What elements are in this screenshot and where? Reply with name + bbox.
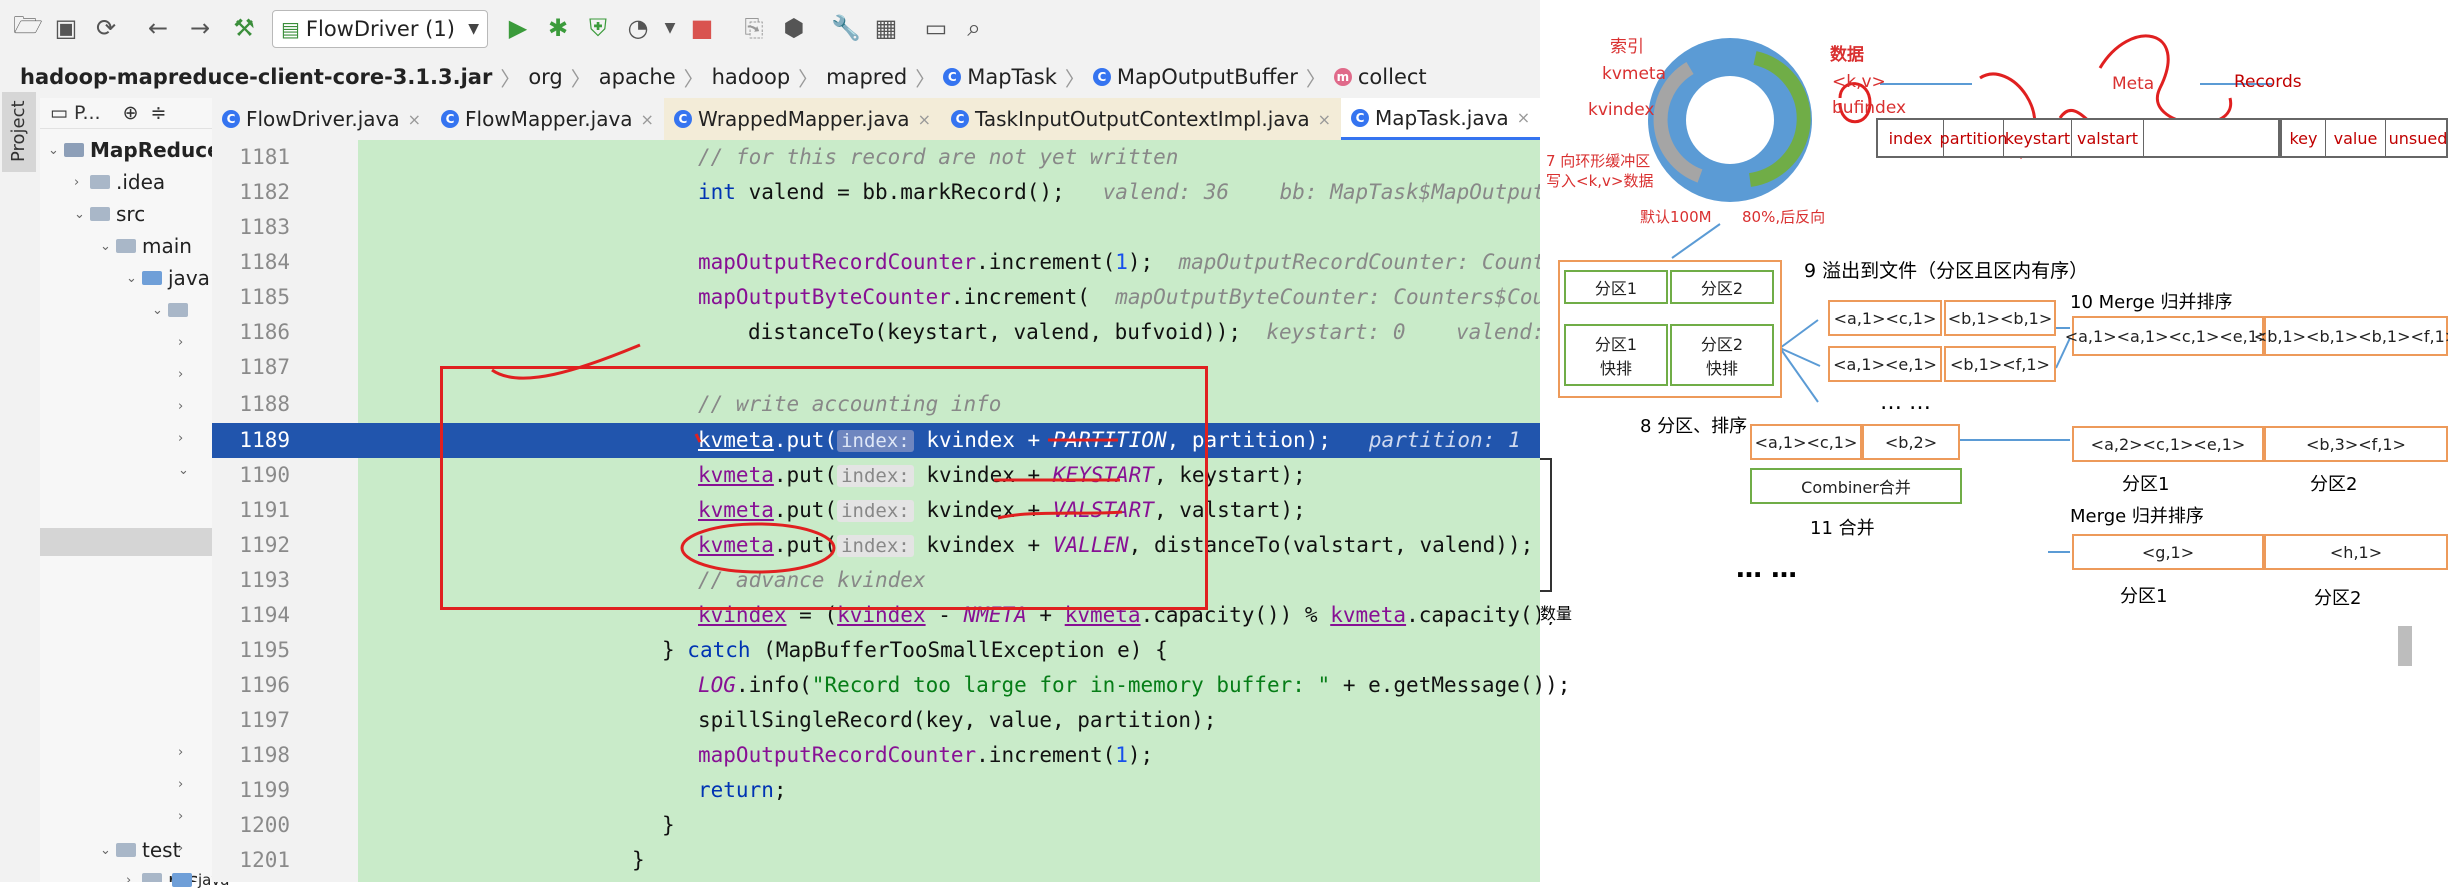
group-h: <h,1>	[2264, 534, 2448, 570]
label-kv: <k,v>	[1832, 72, 1886, 92]
label-shuju: 数据	[1830, 45, 1864, 65]
meta-cell: index	[1878, 120, 1944, 156]
group-g: <g,1>	[2072, 534, 2264, 570]
combiner-box: Combiner合并	[1750, 468, 1962, 504]
meta-cell: valstart	[2072, 120, 2144, 156]
flow-arrow	[1779, 319, 1819, 349]
spill-a1: <a,1><c,1>	[1828, 300, 1942, 336]
label-80pct: 80%,后反向	[1742, 208, 1826, 226]
label-kvindex: kvindex	[1588, 100, 1655, 120]
spill-b2: <b,1><f,1>	[1944, 346, 2056, 382]
record-cell: key	[2282, 120, 2326, 156]
label-step7b: 写入<k,v>数据	[1546, 172, 1654, 190]
merge-b: <b,1><b,1><b,1><f,1>	[2254, 316, 2448, 356]
label-merge2: Merge 归并排序	[2070, 506, 2204, 527]
spill-a2: <a,1><e,1>	[1828, 346, 1942, 382]
label-out-p1: 分区1	[2122, 474, 2170, 495]
meta-cell: partition	[1940, 120, 2007, 156]
label-step8: 8 分区、排序	[1640, 416, 1748, 437]
mapreduce-shuffle-diagram: 索引 kvmeta kvindex 数据 <k,v> bufindex Meta…	[1540, 8, 2448, 623]
dots-spill: … …	[1880, 390, 1931, 415]
label-step11: 11 合并	[1810, 518, 1875, 539]
merge-a: <a,1><a,1><c,1><e,1>	[2065, 316, 2271, 356]
label-step9: 9 溢出到文件（分区且区内有序）	[1804, 260, 2089, 282]
record-table: key value unsued	[2280, 118, 2448, 158]
record-cell: unsued	[2388, 128, 2448, 148]
meta-table: index partition keystart valstart	[1876, 118, 2280, 158]
label-step10: 10 Merge 归并排序	[2070, 292, 2233, 313]
meta-cell: keystart	[2004, 120, 2072, 156]
combine-b: <b,2>	[1862, 424, 1960, 460]
partition-2-sort: 分区2 快排	[1670, 324, 1774, 386]
combine-a: <a,1><c,1>	[1750, 424, 1862, 460]
partition-2: 分区2	[1670, 270, 1774, 304]
ring-buffer-hole	[1686, 76, 1774, 164]
partition-1: 分区1	[1564, 270, 1668, 304]
label-out-p2: 分区2	[2310, 474, 2358, 495]
label-step7a: 7 向环形缓冲区	[1546, 152, 1651, 170]
label-default100m: 默认100M	[1640, 208, 1712, 226]
label-g-p1: 分区1	[2120, 586, 2168, 607]
output-b: <b,3><f,1>	[2264, 426, 2448, 462]
dots-combine: … …	[1736, 554, 1798, 584]
label-meta: Meta	[2112, 74, 2155, 94]
label-records: Records	[2234, 72, 2302, 92]
label-suoyin: 索引	[1610, 37, 1644, 57]
partition-1-sort: 分区1 快排	[1564, 324, 1668, 386]
hover-popup-edge	[1540, 458, 1552, 592]
label-partial: 数量	[1540, 604, 1573, 623]
output-a: <a,2><c,1><e,1>	[2072, 426, 2264, 462]
flow-arrow	[1671, 223, 1721, 259]
record-cell: value	[2326, 120, 2386, 156]
spill-b1: <b,1><b,1>	[1944, 300, 2056, 336]
label-bufindex: bufindex	[1832, 98, 1907, 118]
label-kvmeta: kvmeta	[1602, 64, 1667, 84]
label-h-p2: 分区2	[2314, 588, 2362, 609]
